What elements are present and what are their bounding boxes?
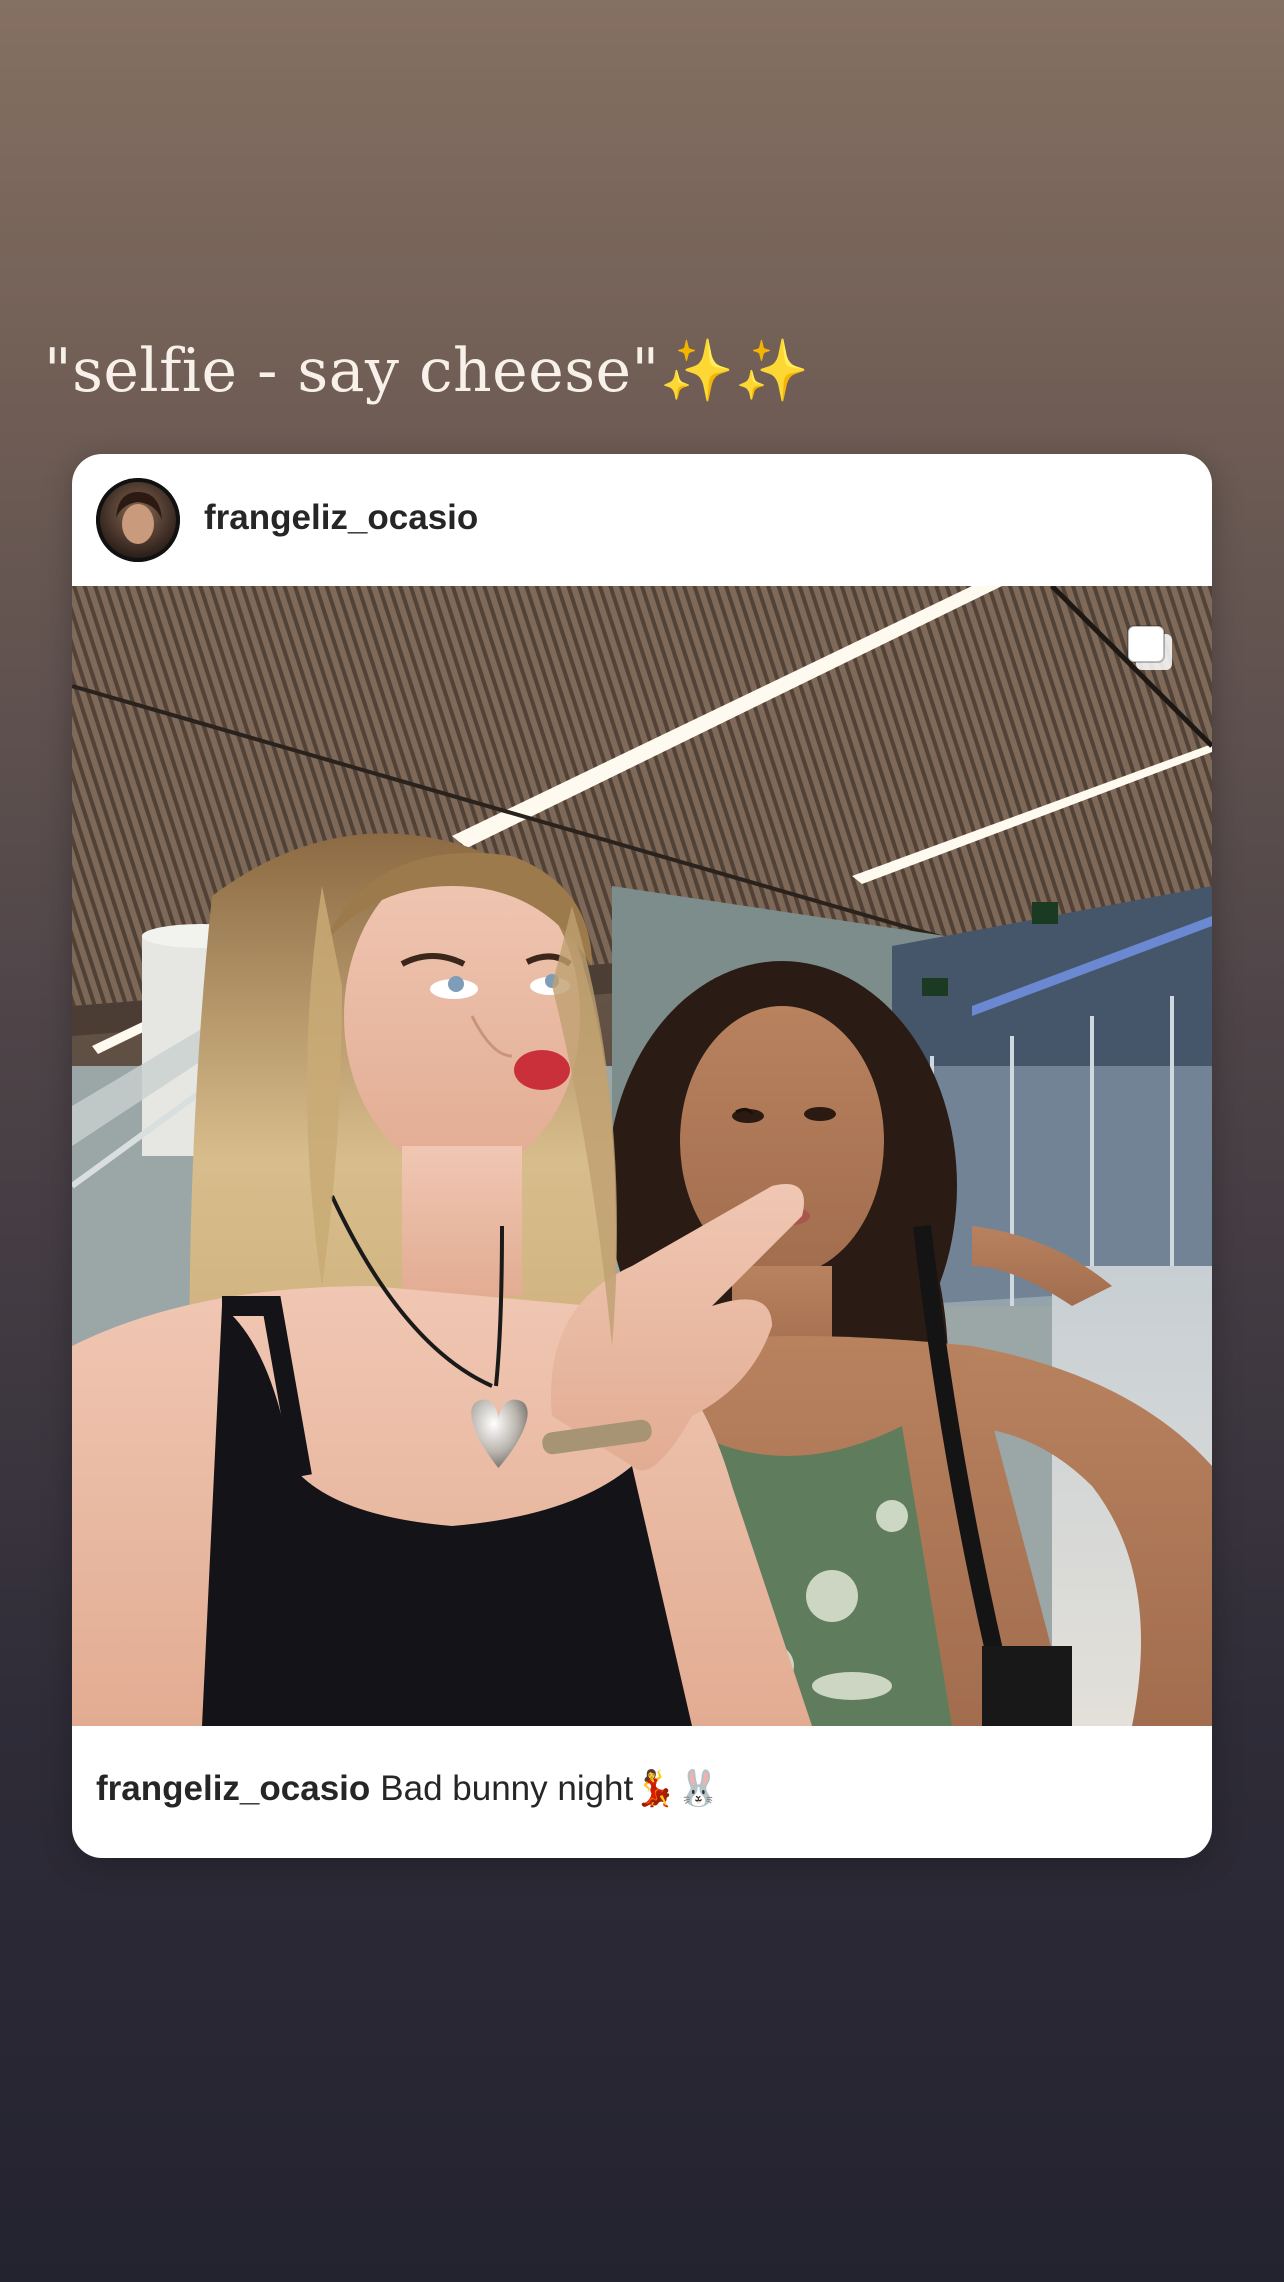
- caption-text: Bad bunny night💃🐰: [380, 1769, 721, 1808]
- caption-username[interactable]: frangeliz_ocasio: [96, 1769, 370, 1808]
- carousel-icon: [1124, 622, 1176, 674]
- post-photo[interactable]: [72, 586, 1212, 1726]
- post-header: frangeliz_ocasio: [72, 454, 1212, 586]
- post-caption: frangeliz_ocasio Bad bunny night💃🐰: [96, 1768, 720, 1809]
- post-card[interactable]: frangeliz_ocasio frangeliz_ocasio Bad bu…: [72, 454, 1212, 1858]
- avatar[interactable]: [96, 478, 180, 562]
- story-caption: "selfie - say cheese"✨✨: [44, 336, 811, 406]
- post-username[interactable]: frangeliz_ocasio: [204, 498, 478, 538]
